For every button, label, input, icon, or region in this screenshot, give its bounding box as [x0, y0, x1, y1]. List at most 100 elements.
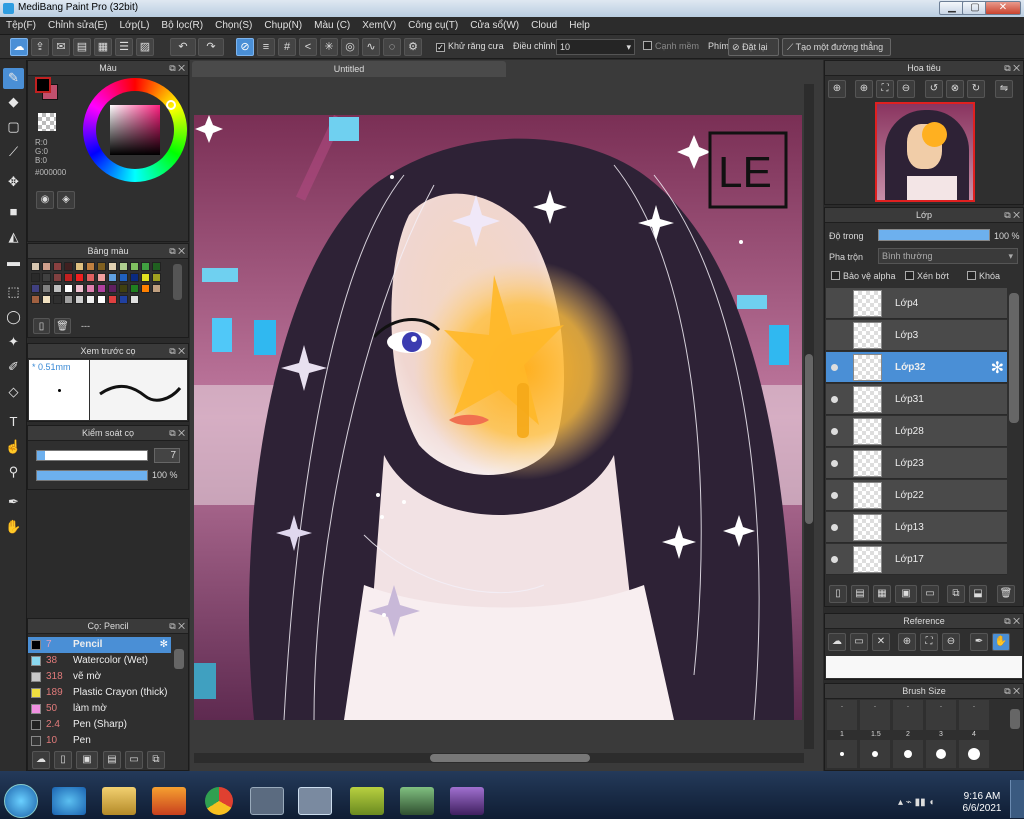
palette-swatch[interactable]: [108, 262, 117, 271]
palette-swatch[interactable]: [64, 295, 73, 304]
eye-icon[interactable]: [831, 428, 838, 435]
palette-swatch[interactable]: [42, 284, 51, 293]
zoom-out-icon[interactable]: ⊖: [897, 80, 915, 98]
palette-swatch[interactable]: [75, 262, 84, 271]
parallel-snap-icon[interactable]: ≡: [257, 38, 275, 56]
palette-swatch[interactable]: [141, 262, 150, 271]
brush-size-cell[interactable]: [893, 740, 923, 768]
layer-row[interactable]: Lớp32 ✻: [826, 352, 1007, 383]
palette-swatch[interactable]: [97, 273, 106, 282]
gradient-icon[interactable]: ▬: [3, 252, 24, 273]
zoom-in-2-icon[interactable]: ⊕: [855, 80, 873, 98]
palette-swatch[interactable]: [31, 262, 40, 271]
ie-icon[interactable]: [52, 787, 86, 815]
chat-icon[interactable]: ✉: [52, 38, 70, 56]
palette-swatch[interactable]: [86, 284, 95, 293]
palette-swatch[interactable]: [119, 284, 128, 293]
duplicate-layer-icon[interactable]: ⧉: [947, 585, 965, 603]
layer-row[interactable]: Lớp3: [826, 320, 1007, 351]
ref-zoom-out-icon[interactable]: ⊖: [942, 633, 960, 651]
palette-tool-icon[interactable]: ◉: [36, 191, 54, 209]
layer-row[interactable]: Lớp13: [826, 512, 1007, 543]
palette-swatch[interactable]: [64, 284, 73, 293]
select-rect-icon[interactable]: ⬚: [3, 282, 24, 303]
reset-view-icon[interactable]: ⊗: [946, 80, 964, 98]
panel-close-icon[interactable]: ⧉ ✕: [1004, 61, 1020, 75]
add-brush-icon[interactable]: ▣: [76, 751, 98, 769]
hue-marker[interactable]: [166, 100, 176, 110]
gear-icon[interactable]: ✻: [160, 637, 168, 652]
line-tool-icon[interactable]: ⟋: [3, 142, 24, 163]
palette-swatch[interactable]: [31, 284, 40, 293]
text-tool-icon[interactable]: T: [3, 412, 24, 433]
saturation-square[interactable]: [110, 105, 160, 155]
fit-icon[interactable]: ⛶: [876, 80, 894, 98]
clock[interactable]: 9:16 AM 6/6/2021: [960, 791, 1004, 815]
ref-open-icon[interactable]: ▭: [850, 633, 868, 651]
palette-swatch[interactable]: [108, 295, 117, 304]
protect-alpha-checkbox[interactable]: [831, 271, 840, 280]
menu-filter[interactable]: Bộ lọc(R): [155, 17, 209, 33]
palette-swatch[interactable]: [108, 273, 117, 282]
clipping-checkbox[interactable]: [905, 271, 914, 280]
palette-swatch[interactable]: [86, 262, 95, 271]
reset-button[interactable]: ⊘ Đặt lại: [728, 38, 779, 56]
menu-snap[interactable]: Chụp(N): [258, 17, 308, 33]
undo-icon[interactable]: ↶: [170, 38, 196, 56]
layer-row[interactable]: Lớp23: [826, 448, 1007, 479]
palette-swatch[interactable]: [86, 273, 95, 282]
copy-brush-icon[interactable]: ⧉: [147, 751, 165, 769]
brush-item[interactable]: 50 làm mờ: [28, 701, 171, 717]
panel-close-icon[interactable]: ⧉ ✕: [169, 61, 185, 75]
eye-icon[interactable]: [831, 396, 838, 403]
gear-icon[interactable]: ✻: [991, 358, 1004, 378]
ref-close-icon[interactable]: ✕: [872, 633, 890, 651]
ref-hand-icon[interactable]: ✋: [992, 633, 1010, 651]
soft-edge-checkbox[interactable]: [643, 41, 652, 50]
brush-props-icon[interactable]: ▤: [103, 751, 121, 769]
folder-icon[interactable]: [102, 787, 136, 815]
palette-swatch[interactable]: [130, 273, 139, 282]
brush-item[interactable]: 10 Pen: [28, 733, 171, 749]
palette-swatch[interactable]: [53, 284, 62, 293]
page-icon[interactable]: ▦: [94, 38, 112, 56]
brush-size-cell[interactable]: [827, 740, 857, 768]
curve-snap-icon[interactable]: ∿: [362, 38, 380, 56]
hscroll-thumb[interactable]: [430, 754, 590, 762]
trash-icon[interactable]: 🗑: [54, 318, 71, 334]
brush-size-cell[interactable]: .: [827, 700, 857, 730]
palette-swatch[interactable]: [31, 295, 40, 304]
vertical-scrollbar[interactable]: [804, 84, 814, 749]
brush-size-cell[interactable]: [926, 740, 956, 768]
new-page-icon[interactable]: ▯: [33, 318, 50, 334]
palette-swatch[interactable]: [97, 262, 106, 271]
brush-size-cell[interactable]: [860, 740, 890, 768]
menu-color[interactable]: Màu (C): [308, 17, 356, 33]
ref-zoom-in-icon[interactable]: ⊕: [898, 633, 916, 651]
palette-swatch[interactable]: [130, 284, 139, 293]
select-eraser-icon[interactable]: ◇: [3, 382, 24, 403]
panel-close-icon[interactable]: ⧉ ✕: [169, 619, 185, 633]
menu-window[interactable]: Cửa sổ(W): [464, 17, 525, 33]
dot-tool-icon[interactable]: ▢: [3, 117, 24, 138]
palette-swatch[interactable]: [64, 262, 73, 271]
brush-item[interactable]: 2.4 Pen (Sharp): [28, 717, 171, 733]
paint-icon[interactable]: [298, 787, 332, 815]
folder-icon[interactable]: ▭: [125, 751, 143, 769]
straight-line-button[interactable]: ⟋ Tạo một đường thẳng: [782, 38, 891, 56]
palette-swatch[interactable]: [53, 262, 62, 271]
layer-row[interactable]: Lớp22: [826, 480, 1007, 511]
eye-icon[interactable]: [831, 556, 838, 563]
palette-swatch[interactable]: [119, 262, 128, 271]
document-tab[interactable]: Untitled: [192, 61, 506, 77]
merge-layer-icon[interactable]: ⬓: [969, 585, 987, 603]
menu-edit[interactable]: Chỉnh sửa(E): [42, 17, 114, 33]
layer-scrollbar[interactable]: [1009, 293, 1019, 423]
layer-folder-icon[interactable]: ▭: [921, 585, 939, 603]
palette-swatch[interactable]: [119, 273, 128, 282]
palette-swatch[interactable]: [97, 295, 106, 304]
move-tool-icon[interactable]: ✥: [3, 172, 24, 193]
ellipse-snap-icon[interactable]: ◌: [383, 38, 401, 56]
palette-swatch[interactable]: [108, 284, 117, 293]
menu-select[interactable]: Chọn(S): [209, 17, 258, 33]
